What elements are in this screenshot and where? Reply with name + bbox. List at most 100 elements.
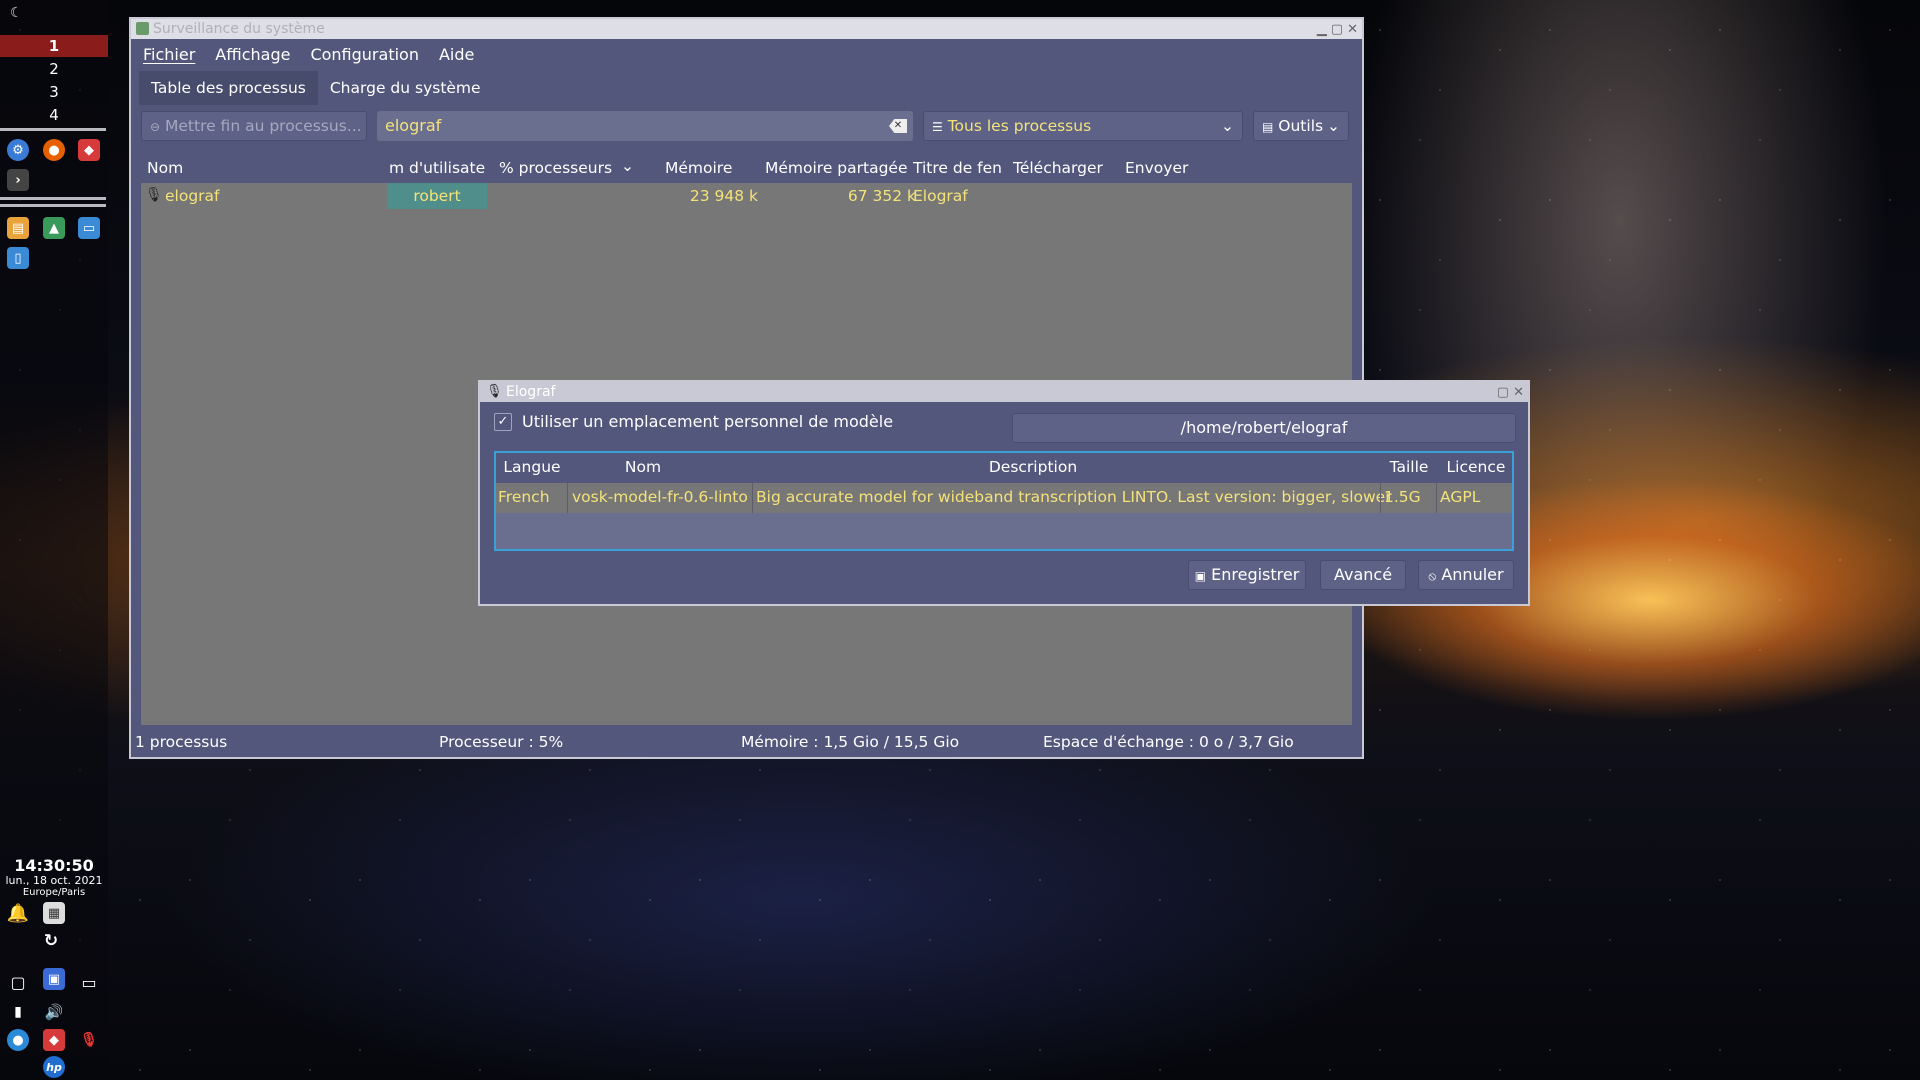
menu-fichier[interactable]: Fichier xyxy=(143,45,195,64)
column-size[interactable]: Taille xyxy=(1380,458,1438,476)
toolbox-icon: ▤ xyxy=(1262,120,1274,134)
network-icon[interactable]: ▣ xyxy=(43,968,65,990)
anydesk-icon[interactable]: ◆ xyxy=(78,139,100,161)
column-divider xyxy=(567,483,568,513)
menu-affichage[interactable]: Affichage xyxy=(215,45,290,64)
tools-button[interactable]: ▤ Outils ⌄ xyxy=(1253,111,1349,141)
column-model-name[interactable]: Nom xyxy=(568,458,718,476)
clock-time[interactable]: 14:30:50 xyxy=(0,856,108,875)
model-path-button[interactable]: /home/robert/elograf xyxy=(1012,413,1516,443)
night-mode-icon[interactable]: ☾ xyxy=(10,5,23,21)
settings-icon[interactable]: ⚙ xyxy=(7,139,29,161)
image-viewer-icon[interactable]: ▲ xyxy=(43,217,65,239)
tab-process-table[interactable]: Table des processus xyxy=(139,71,318,105)
column-license[interactable]: Licence xyxy=(1440,458,1512,476)
column-user[interactable]: m d'utilisate xyxy=(389,159,489,177)
elograf-titlebar[interactable]: 🎙 Elograf ▢ ✕ xyxy=(480,382,1528,402)
maximize-icon[interactable]: ▢ xyxy=(1497,383,1509,403)
kill-process-button[interactable]: ⊖ Mettre fin au processus... xyxy=(141,111,367,141)
table-row[interactable]: French vosk-model-fr-0.6-linto Big accur… xyxy=(496,483,1512,513)
dialog-title: Elograf xyxy=(506,384,556,400)
column-divider xyxy=(752,483,753,513)
column-language[interactable]: Langue xyxy=(496,458,568,476)
clear-search-icon[interactable]: ✕ xyxy=(889,119,907,133)
microphone-icon: 🎙 xyxy=(486,384,503,399)
battery-icon[interactable]: ▮ xyxy=(7,1001,29,1023)
column-window-title[interactable]: Titre de fen xyxy=(913,159,1005,177)
process-name: elograf xyxy=(165,187,220,205)
left-panel: ☾ 1 2 3 4 ⚙ ● ◆ › ▤ ▲ ▭ ▯ 14:30:50 lun.,… xyxy=(0,0,108,1080)
custom-model-location-option[interactable]: ✓ Utiliser un emplacement personnel de m… xyxy=(494,412,893,431)
microphone-muted-icon[interactable]: 🎙 xyxy=(78,1029,100,1051)
column-cpu[interactable]: % processeurs xyxy=(499,159,629,177)
status-process-count: 1 processus xyxy=(135,733,228,751)
window-controls: ▢ ✕ xyxy=(1497,383,1524,403)
refresh-icon[interactable]: ↻ xyxy=(40,930,62,952)
close-icon[interactable]: ✕ xyxy=(1513,383,1524,403)
column-download[interactable]: Télécharger xyxy=(1013,159,1113,177)
model-license: AGPL xyxy=(1440,488,1481,506)
chevron-down-icon: ⌄ xyxy=(1327,117,1340,135)
close-icon[interactable]: ✕ xyxy=(1347,20,1358,40)
microphone-icon: 🎙 xyxy=(145,187,163,203)
calendar-icon[interactable]: ▦ xyxy=(43,902,65,924)
status-memory: Mémoire : 1,5 Gio / 15,5 Gio xyxy=(741,733,960,751)
advanced-button[interactable]: Avancé xyxy=(1320,560,1406,590)
panel-separator xyxy=(0,128,106,131)
clock-timezone: Europe/Paris xyxy=(22,887,86,898)
process-search-input[interactable]: elograf ✕ xyxy=(377,111,913,141)
terminal-icon[interactable]: › xyxy=(7,169,29,191)
column-divider xyxy=(1436,483,1437,513)
table-row[interactable]: 🎙 elograf robert 23 948 k 67 352 k Elogr… xyxy=(141,183,1352,211)
tab-system-load[interactable]: Charge du système xyxy=(318,71,493,105)
maximize-icon[interactable]: ▢ xyxy=(1331,20,1343,40)
browser-icon[interactable]: ● xyxy=(7,1029,29,1051)
kill-icon: ⊖ xyxy=(150,120,161,134)
menu-aide[interactable]: Aide xyxy=(439,45,474,64)
window-controls: ▁ ▢ ✕ xyxy=(1317,20,1358,40)
file-manager-icon[interactable]: ▤ xyxy=(7,217,29,239)
document-icon[interactable]: ▯ xyxy=(7,247,29,269)
app-icon xyxy=(136,22,149,35)
menu-configuration[interactable]: Configuration xyxy=(310,45,419,64)
notification-bell-icon[interactable]: 🔔 xyxy=(7,902,29,924)
firefox-icon[interactable]: ● xyxy=(43,139,65,161)
column-shared-memory[interactable]: Mémoire partagée xyxy=(765,159,909,177)
panel-separator xyxy=(0,204,106,207)
column-memory[interactable]: Mémoire xyxy=(665,159,755,177)
model-name: vosk-model-fr-0.6-linto xyxy=(572,488,748,506)
cancel-icon: ⦸ xyxy=(1428,569,1437,583)
clock-date: lun., 18 oct. 2021 xyxy=(5,874,103,887)
process-toolbar: ⊖ Mettre fin au processus... elograf ✕ ☰… xyxy=(141,111,1352,143)
system-monitor-titlebar[interactable]: Surveillance du système ▁ ▢ ✕ xyxy=(131,19,1362,39)
screen-icon[interactable]: ▭ xyxy=(78,971,100,993)
desktop-3[interactable]: 3 xyxy=(0,81,108,103)
process-user: robert xyxy=(387,183,487,209)
desktop-4[interactable]: 4 xyxy=(0,104,108,126)
elograf-dialog: 🎙 Elograf ▢ ✕ ✓ Utiliser un emplacement … xyxy=(478,380,1530,606)
model-language: French xyxy=(498,488,550,506)
list-icon: ☰ xyxy=(932,120,943,134)
volume-icon[interactable]: 🔊 xyxy=(43,1001,65,1023)
status-cpu: Processeur : 5% xyxy=(439,733,564,751)
process-window-title: Elograf xyxy=(913,187,968,205)
column-description[interactable]: Description xyxy=(718,458,1348,476)
folder-icon[interactable]: ▭ xyxy=(78,217,100,239)
process-table-header: Nom m d'utilisate % processeurs ⌄ Mémoir… xyxy=(141,153,1352,183)
save-button[interactable]: ▣ Enregistrer xyxy=(1188,560,1306,590)
column-name[interactable]: Nom xyxy=(147,159,387,177)
hp-icon[interactable]: hp xyxy=(43,1056,65,1078)
model-description: Big accurate model for wideband transcri… xyxy=(756,488,1392,506)
folder-outline-icon[interactable]: ▢ xyxy=(7,971,29,993)
panel-separator xyxy=(0,197,106,200)
column-upload[interactable]: Envoyer xyxy=(1125,159,1205,177)
desktop-2[interactable]: 2 xyxy=(0,58,108,80)
process-shared-memory: 67 352 k xyxy=(847,187,916,205)
anydesk-tray-icon[interactable]: ◆ xyxy=(43,1029,65,1051)
desktop-1[interactable]: 1 xyxy=(0,35,108,57)
minimize-icon[interactable]: ▁ xyxy=(1317,20,1327,40)
cancel-button[interactable]: ⦸ Annuler xyxy=(1418,560,1514,590)
menu-bar: Fichier Affichage Configuration Aide xyxy=(131,39,1362,69)
custom-location-checkbox[interactable]: ✓ xyxy=(494,412,512,431)
process-filter-select[interactable]: ☰ Tous les processus ⌄ xyxy=(923,111,1243,141)
